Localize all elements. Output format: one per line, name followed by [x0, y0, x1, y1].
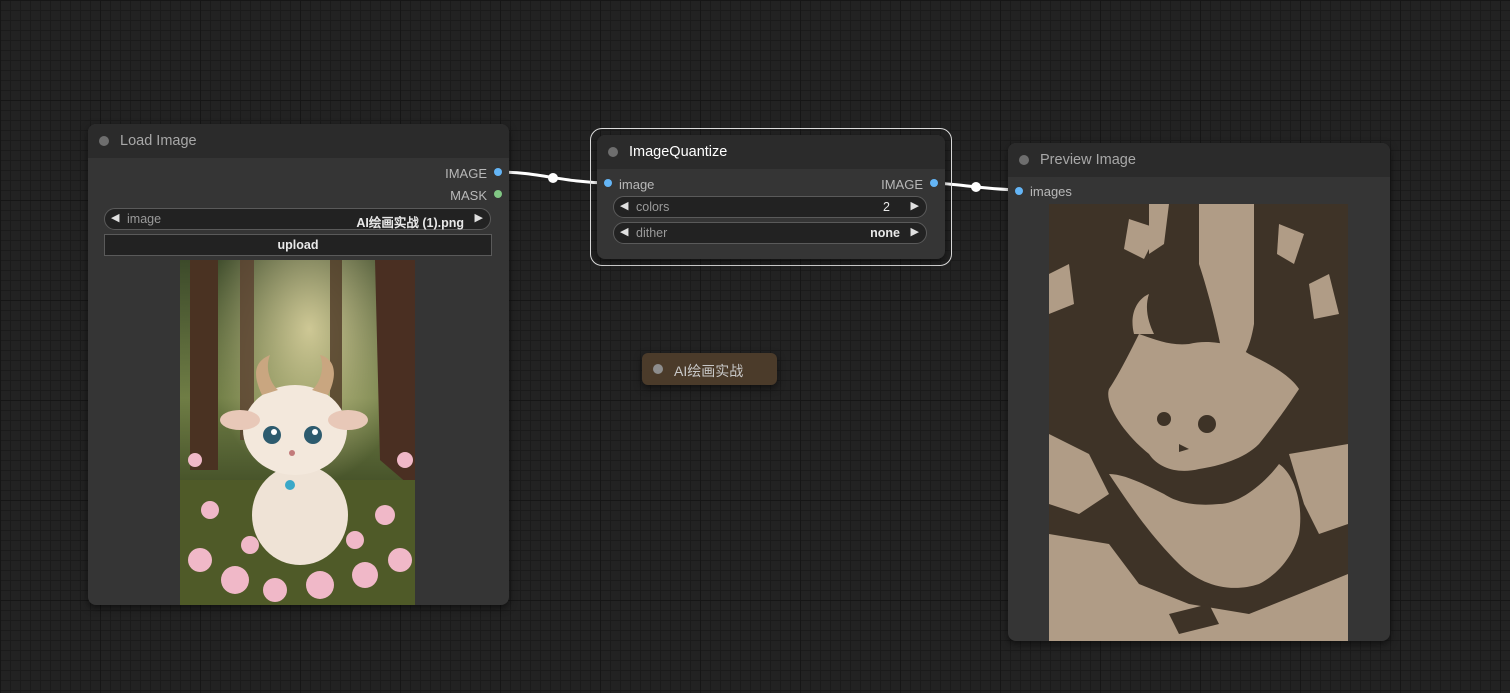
load-image-node[interactable]: Load Image IMAGE MASK ◀ image AI绘画实战 (1)… — [88, 124, 509, 605]
triangle-left-icon[interactable]: ◀ — [111, 211, 119, 224]
image-output-dot-icon[interactable] — [930, 179, 938, 187]
wire-midpoint-handle — [971, 182, 981, 192]
triangle-right-icon[interactable]: ▶ — [475, 211, 483, 224]
node-collapse-dot-icon[interactable] — [99, 136, 109, 146]
output-label: IMAGE — [881, 177, 923, 192]
node-collapse-dot-icon[interactable] — [608, 147, 618, 157]
input-label: images — [1030, 184, 1072, 199]
image-quantize-node[interactable]: ImageQuantize image IMAGE ◀ colors 2 ▶ ◀… — [590, 128, 952, 266]
triangle-left-icon[interactable]: ◀ — [620, 225, 628, 238]
node-title: Load Image — [120, 133, 197, 149]
widget-value: AI绘画实战 (1).png — [356, 216, 464, 230]
widget-value: 2 — [883, 200, 890, 214]
upload-button[interactable]: upload — [104, 234, 492, 256]
image-combo-widget[interactable]: ◀ image AI绘画实战 (1).png ▶ — [104, 208, 491, 230]
mask-output-dot-icon[interactable] — [494, 190, 502, 198]
triangle-right-icon[interactable]: ▶ — [911, 199, 919, 212]
node-collapse-dot-icon[interactable] — [653, 364, 663, 374]
node-title-bar[interactable]: Preview Image — [1008, 143, 1390, 177]
wire-midpoint-handle — [548, 173, 558, 183]
output-slot-image[interactable]: IMAGE — [881, 177, 923, 192]
node-title: ImageQuantize — [629, 144, 728, 160]
collapsed-node-label[interactable]: AI绘画实战 — [642, 353, 777, 385]
colors-number-widget[interactable]: ◀ colors 2 ▶ — [613, 196, 927, 218]
node-title-bar[interactable]: Load Image — [88, 124, 509, 158]
input-slot-image[interactable]: image — [619, 177, 654, 192]
node-title-bar[interactable]: ImageQuantize — [597, 135, 945, 169]
output-label: MASK — [450, 188, 487, 203]
widget-value: none — [870, 226, 900, 240]
input-label: image — [619, 177, 655, 192]
preview-image-node[interactable]: Preview Image images — [1008, 143, 1390, 641]
node-title: AI绘画实战 — [674, 363, 744, 379]
image-input-dot-icon[interactable] — [604, 179, 612, 187]
widget-label: colors — [636, 200, 670, 214]
widget-label: dither — [636, 226, 668, 240]
image-output-dot-icon[interactable] — [494, 168, 502, 176]
triangle-left-icon[interactable]: ◀ — [620, 199, 628, 212]
quantized-image-preview — [1049, 204, 1348, 641]
images-input-dot-icon[interactable] — [1015, 187, 1023, 195]
input-slot-images[interactable]: images — [1030, 184, 1072, 199]
node-collapse-dot-icon[interactable] — [1019, 155, 1029, 165]
output-slot-mask[interactable]: MASK — [450, 188, 487, 203]
dither-combo-widget[interactable]: ◀ dither none ▶ — [613, 222, 927, 244]
loaded-image-preview — [180, 260, 415, 605]
node-title: Preview Image — [1040, 152, 1136, 168]
output-label: IMAGE — [445, 166, 487, 181]
triangle-right-icon[interactable]: ▶ — [911, 225, 919, 238]
output-slot-image[interactable]: IMAGE — [445, 166, 487, 181]
widget-label: image — [127, 212, 162, 226]
